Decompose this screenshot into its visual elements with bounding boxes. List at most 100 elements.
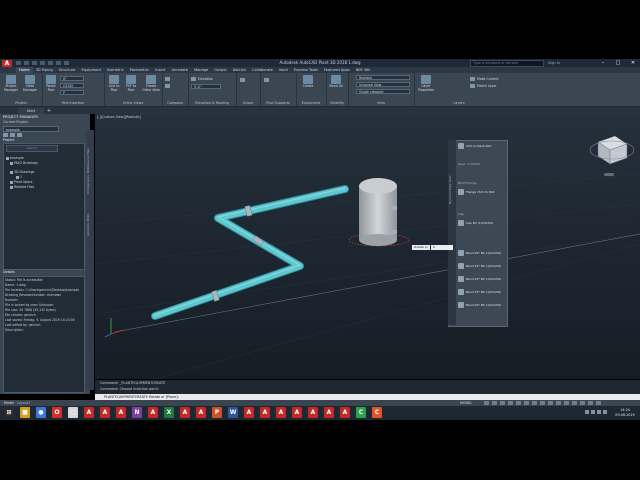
selection-cycling-icon[interactable] [548,401,553,405]
tree-item[interactable]: 1 [16,175,22,179]
autocad-a13-icon[interactable]: A [340,407,350,418]
palette-item[interactable]: Add Content Part [458,143,504,149]
palette-item[interactable]: Bend 45° BV (1(CS150) [458,263,504,269]
system-clock[interactable]: 14:24 09.08.2019 [612,406,638,420]
model-canvas[interactable] [95,114,640,379]
drawing-viewport[interactable] [95,114,640,379]
autocad-a12-icon[interactable]: A [324,407,334,418]
opera-icon[interactable]: O [52,407,62,418]
tree-item[interactable]: P&ID Drawings [10,161,38,165]
language-icon[interactable] [597,410,601,414]
clean-screen-icon[interactable] [588,401,593,405]
volume-icon[interactable] [591,410,595,414]
dynamic-input-value[interactable]: 0 [430,245,453,250]
autocad-a8-icon[interactable]: A [260,407,270,418]
create-ortho-view-button[interactable]: Create Ortho View [142,75,160,92]
recorder-icon[interactable]: C [372,407,382,418]
maximize-button[interactable]: □ [613,60,623,66]
tab-orthographic-dwg[interactable]: Orthographic DWG [86,160,94,200]
properties-icon[interactable] [10,133,15,137]
customize-icon[interactable] [596,401,601,405]
quick-access-toolbar[interactable] [16,60,86,66]
autocad-a3-icon[interactable]: A [116,407,126,418]
explorer-icon[interactable]: ■ [20,407,30,418]
snap-icon[interactable] [492,401,497,405]
match-layer-button[interactable]: Match Layer [470,84,497,88]
autocad-a7-icon[interactable]: A [244,407,254,418]
close-button[interactable]: ✕ [628,60,638,66]
autocad-a10-icon[interactable]: A [292,407,302,418]
new-icon[interactable] [16,61,21,65]
save-icon[interactable] [32,61,37,65]
hardware-icon[interactable] [580,401,585,405]
pcf-to-pipe-button[interactable]: PCF to Pipe [124,75,138,92]
compass-toggle[interactable] [165,77,170,81]
word-icon[interactable]: W [228,407,238,418]
service-select[interactable]: P [60,90,84,95]
viewport-config-select[interactable]: Single viewport [356,89,410,94]
windows-icon[interactable]: ⊞ [4,407,14,418]
project-manager-button[interactable]: Project Manager [3,75,19,92]
current-project-select[interactable]: example [3,126,59,132]
isolate-icon[interactable] [572,401,577,405]
print-icon[interactable] [48,61,53,65]
tree-item[interactable]: Plant Specs [10,180,32,184]
elevation-input[interactable]: 0'-0" [191,84,221,89]
palette-item[interactable]: Bend 90° BV (1(CS150) [458,302,504,308]
refresh-icon[interactable] [3,133,8,137]
network-icon[interactable] [585,410,589,414]
line-to-pipe-button[interactable]: Line to Pipe [107,75,121,92]
palette-item[interactable]: Cap BV (1(CS150) [458,220,504,226]
make-current-button[interactable]: Make Current [470,77,498,81]
tree-item[interactable]: Related Files [10,185,34,189]
palette-item[interactable]: Flange 150 CS 300 [458,189,504,195]
lineweight-icon[interactable] [532,401,537,405]
workspace-icon[interactable] [564,401,569,405]
powerpoint-icon[interactable]: P [212,407,222,418]
tree-item[interactable]: 3D Drawings [10,170,34,174]
app-menu-button[interactable]: A [2,60,12,67]
data-manager-button[interactable]: Data Manager [22,75,38,92]
sign-in-button[interactable]: Sign In [548,60,578,66]
transparency-icon[interactable] [540,401,545,405]
autocad-a4-icon[interactable]: A [148,407,158,418]
help-icon[interactable] [17,133,22,137]
onenote-icon[interactable]: N [132,407,142,418]
polar-icon[interactable] [508,401,513,405]
layer-properties-button[interactable]: Layer Properties [417,75,435,92]
tab-isometric-dwg[interactable]: Isometric DWG [86,205,94,245]
autocad-a9-icon[interactable]: A [276,407,286,418]
autocad-a2-icon[interactable]: A [100,407,110,418]
osnap-icon[interactable] [516,401,521,405]
excel-icon[interactable]: X [164,407,174,418]
spec-select[interactable]: CS150 [60,83,84,88]
scope-button[interactable] [240,78,245,82]
grid-icon[interactable] [484,401,489,405]
named-view-select[interactable]: Unsaved View [356,82,410,87]
annotation-scale-icon[interactable] [556,401,561,405]
camtasia-icon[interactable]: C [356,407,366,418]
size-select[interactable]: 6" [60,76,84,81]
autocad-a5-icon[interactable]: A [180,407,190,418]
show-all-button[interactable]: Show All [329,75,343,89]
compass-settings[interactable] [165,84,170,88]
app-icon[interactable]: □ [68,407,78,418]
palette-item[interactable]: Bend 45° BV (1(CS150) [458,289,504,295]
palette-item[interactable]: Bend 90° BV (1(CS150) [458,250,504,256]
palette-item[interactable]: Bend 45° BV (1(CS150) [458,276,504,282]
search-input[interactable]: Type a keyword or phrase [470,60,544,67]
otrack-icon[interactable] [524,401,529,405]
visual-style-select[interactable]: Realistic [356,75,410,80]
autocad-a11-icon[interactable]: A [308,407,318,418]
viewport-controls-label[interactable]: [-][Custom View][Realistic] [97,115,157,120]
chrome-icon[interactable]: ● [36,407,46,418]
ortho-icon[interactable] [500,401,505,405]
tree-item[interactable]: example [6,156,24,160]
redo-icon[interactable] [64,61,69,65]
save-as-icon[interactable] [40,61,45,65]
undo-icon[interactable] [56,61,61,65]
dynamic-input[interactable]: Rotate or 0 [412,245,462,250]
minimize-button[interactable]: – [598,60,608,66]
open-icon[interactable] [24,61,29,65]
notification-icon[interactable] [603,410,607,414]
